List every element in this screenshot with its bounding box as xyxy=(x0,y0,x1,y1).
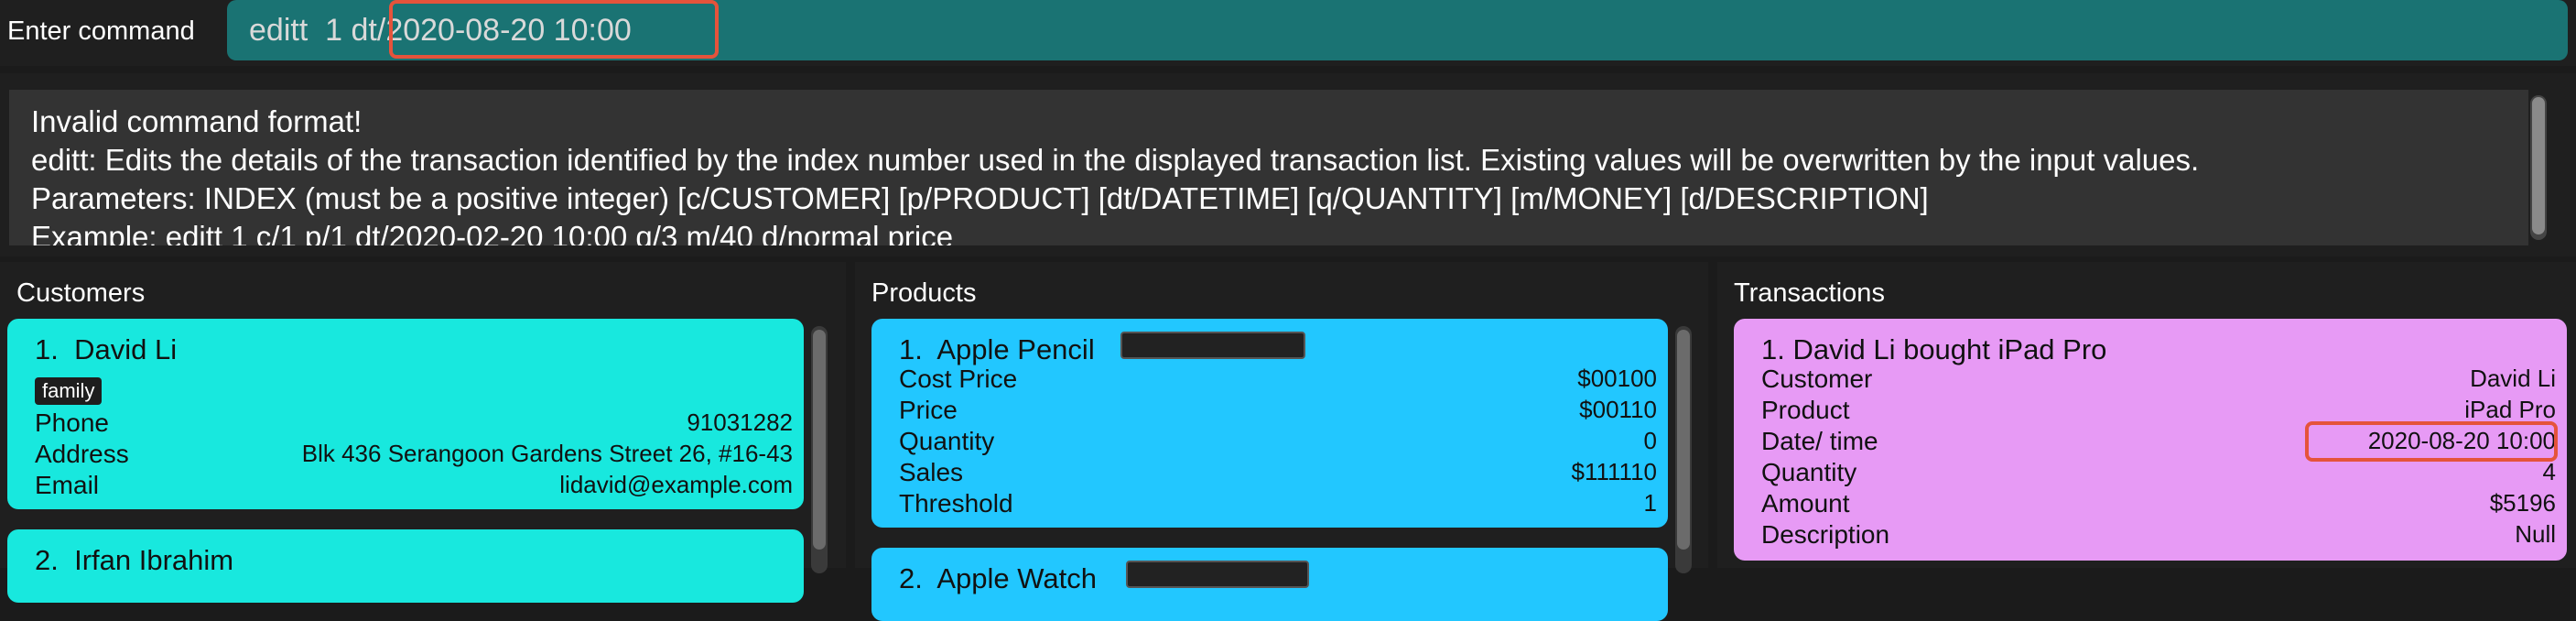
datetime-label: Date/ time xyxy=(1761,427,1878,455)
quantity-value: 4 xyxy=(2542,458,2556,485)
result-line-2: editt: Edits the details of the transact… xyxy=(31,143,2200,177)
products-title: Products xyxy=(871,278,977,308)
customer-name: 1. David Li xyxy=(35,333,178,365)
result-text-area[interactable]: Invalid command format! editt: Edits the… xyxy=(9,90,2528,245)
product-sales-row: Sales $111110 xyxy=(899,458,1657,489)
description-label: Description xyxy=(1761,520,1890,549)
transaction-amount-row: Amount $5196 xyxy=(1761,489,2556,520)
cost-value: $00100 xyxy=(1577,365,1657,392)
customer-address-row: Address Blk 436 Serangoon Gardens Street… xyxy=(35,440,793,471)
command-label: Enter command xyxy=(7,16,195,46)
email-label: Email xyxy=(35,471,100,499)
customers-scrollbar[interactable] xyxy=(811,326,828,573)
threshold-value: 1 xyxy=(1643,489,1657,517)
result-scrollbar[interactable] xyxy=(2530,95,2547,240)
quantity-value: 0 xyxy=(1643,427,1657,454)
result-scrollbar-thumb[interactable] xyxy=(2532,97,2545,234)
customers-title: Customers xyxy=(16,278,146,308)
product-value: iPad Pro xyxy=(2464,396,2556,423)
product-quantity-row: Quantity 0 xyxy=(899,427,1657,458)
product-price-row: Price $00110 xyxy=(899,396,1657,427)
customer-tag: family xyxy=(35,377,103,405)
customer-value: David Li xyxy=(2470,365,2556,392)
customer-card[interactable]: 2. Irfan Ibrahim xyxy=(7,529,804,603)
transaction-customer-row: Customer David Li xyxy=(1761,365,2556,396)
sales-value: $111110 xyxy=(1571,458,1657,485)
transaction-summary: 1. David Li bought iPad Pro xyxy=(1761,333,2107,365)
product-label: Product xyxy=(1761,396,1850,424)
products-scrollbar[interactable] xyxy=(1675,326,1692,573)
products-panel: Products 1. Apple Pencil Cost Price $001… xyxy=(855,262,1708,621)
price-value: $00110 xyxy=(1579,396,1657,423)
customer-card[interactable]: 1. David Li family Phone 91031282 Addres… xyxy=(7,319,804,509)
product-card[interactable]: 2. Apple Watch xyxy=(871,548,1668,621)
product-cost-row: Cost Price $00100 xyxy=(899,365,1657,396)
customer-phone-row: Phone 91031282 xyxy=(35,409,793,440)
result-line-3: Parameters: INDEX (must be a positive in… xyxy=(31,181,1929,215)
sales-label: Sales xyxy=(899,458,964,486)
customer-label: Customer xyxy=(1761,365,1873,393)
product-threshold-row: Threshold 1 xyxy=(899,489,1657,520)
products-scrollbar-thumb[interactable] xyxy=(1677,330,1690,550)
customer-email-row: Email lidavid@example.com xyxy=(35,471,793,502)
customers-scrollbar-thumb[interactable] xyxy=(813,330,826,550)
product-name: 1. Apple Pencil xyxy=(899,333,1095,365)
cost-label: Cost Price xyxy=(899,365,1018,393)
product-card[interactable]: 1. Apple Pencil Cost Price $00100 Price … xyxy=(871,319,1668,528)
redacted-tag xyxy=(1120,332,1305,359)
command-bar: Enter command editt 1 dt/2020-08-20 10:0… xyxy=(0,0,2576,66)
quantity-label: Quantity xyxy=(899,427,995,455)
email-value: lidavid@example.com xyxy=(559,471,793,498)
address-value: Blk 436 Serangoon Gardens Street 26, #16… xyxy=(301,440,793,467)
address-label: Address xyxy=(35,440,129,468)
phone-label: Phone xyxy=(35,409,109,437)
customers-panel: Customers 1. David Li family Phone 91031… xyxy=(0,262,846,603)
transaction-card[interactable]: 1. David Li bought iPad Pro Customer Dav… xyxy=(1734,319,2567,561)
threshold-label: Threshold xyxy=(899,489,1013,518)
command-input[interactable]: editt 1 dt/2020-08-20 10:00 xyxy=(227,0,2568,60)
transaction-quantity-row: Quantity 4 xyxy=(1761,458,2556,489)
datetime-highlight xyxy=(2305,421,2558,462)
transactions-title: Transactions xyxy=(1734,278,1885,308)
description-value: Null xyxy=(2515,520,2556,548)
phone-value: 91031282 xyxy=(687,409,793,436)
product-name: 2. Apple Watch xyxy=(899,562,1097,594)
amount-label: Amount xyxy=(1761,489,1850,518)
quantity-label: Quantity xyxy=(1761,458,1857,486)
customer-name: 2. Irfan Ibrahim xyxy=(35,544,234,576)
redacted-tag xyxy=(1126,561,1309,588)
amount-value: $5196 xyxy=(2489,489,2556,517)
command-input-text: editt 1 dt/2020-08-20 10:00 xyxy=(249,13,632,48)
transaction-description-row: Description Null xyxy=(1761,520,2556,551)
result-line-1: Invalid command format! xyxy=(31,104,363,138)
result-display: Invalid command format! editt: Edits the… xyxy=(0,73,2576,256)
transactions-panel: Transactions 1. David Li bought iPad Pro… xyxy=(1717,262,2576,568)
result-line-4: Example: editt 1 c/1 p/1 dt/2020-02-20 1… xyxy=(31,220,954,245)
price-label: Price xyxy=(899,396,958,424)
